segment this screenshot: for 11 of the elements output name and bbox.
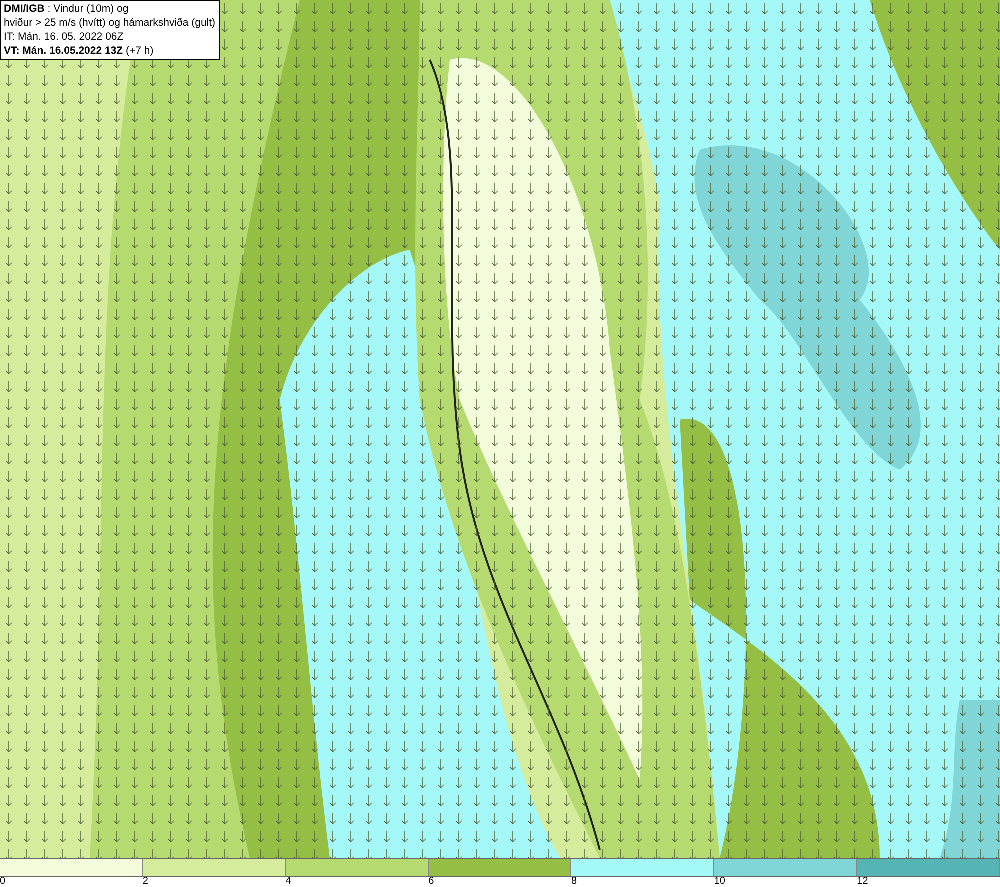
- title-line: IT: Mán. 16. 05. 2022 06Z: [4, 30, 125, 44]
- legend-label: 2: [142, 876, 148, 887]
- title-line: hviður > 25 m/s (hvítt) og hámarkshviða (gult): [4, 16, 216, 30]
- legend-label: 10: [714, 876, 726, 887]
- legend-label: 6: [428, 876, 434, 887]
- legend-label: 0: [0, 876, 6, 887]
- legend-label: 4: [286, 876, 292, 887]
- legend-label: 8: [571, 876, 577, 887]
- legend-label: 12: [857, 876, 868, 887]
- title-line: VT: Mán. 16.05.2022 13Z (+7 h): [4, 44, 155, 58]
- title-line: DMI/IGB : Vindur (10m) og: [4, 2, 130, 16]
